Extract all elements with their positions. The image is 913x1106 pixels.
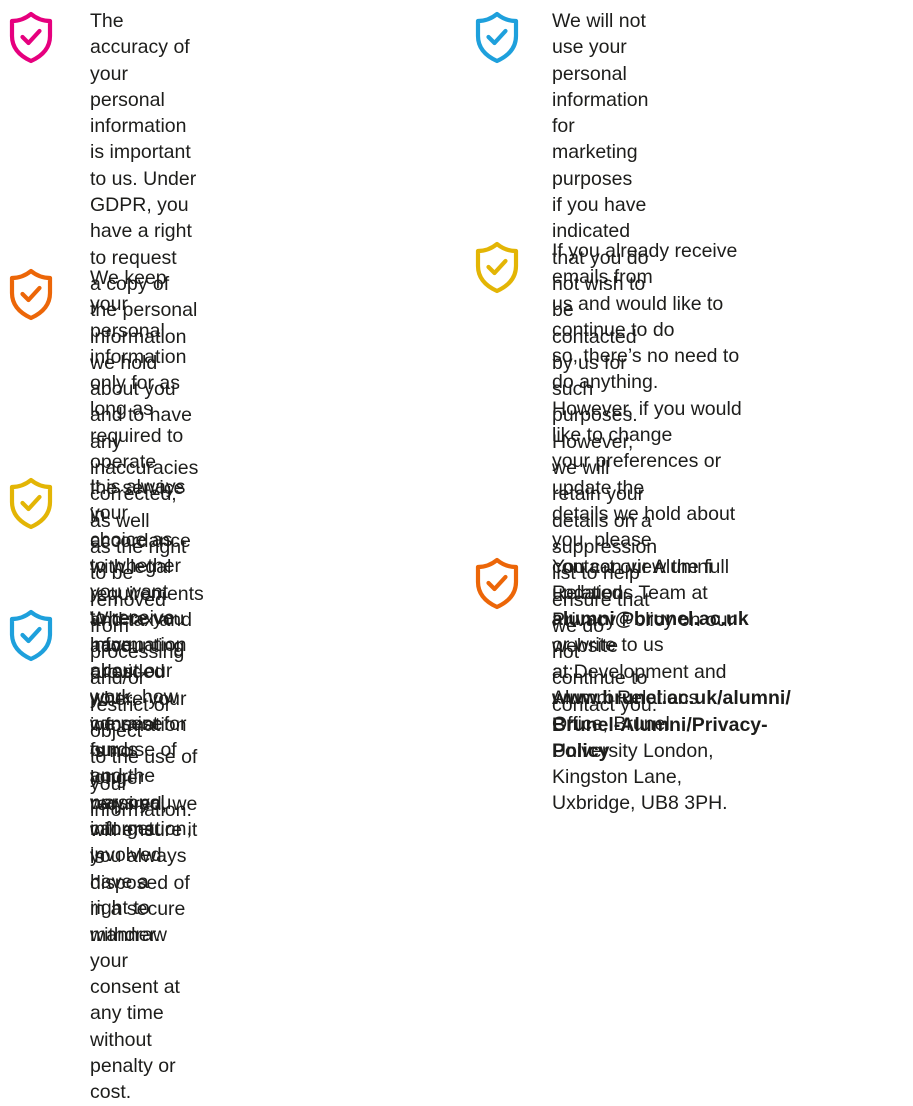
policy-text-before: You can view the full updated Privacy Po… (552, 556, 735, 684)
shield-check-icon (8, 476, 54, 530)
privacy-item-text: Where you have provided your consent for… (90, 608, 192, 1104)
shield-check-icon (8, 267, 54, 321)
privacy-item-text: You can view the full updated Privacy Po… (552, 554, 791, 764)
shield-check-icon (474, 10, 520, 64)
privacy-policy-link-continued[interactable]: Brunel-Alumni/Privacy-Policy (552, 712, 791, 765)
shield-check-icon (474, 556, 520, 610)
shield-check-icon (474, 240, 520, 294)
emails-text-before: If you already receive emails from us an… (552, 240, 742, 604)
privacy-policy-link[interactable]: www.brunel.ac.uk/alumni/ (552, 687, 791, 709)
shield-check-icon (8, 10, 54, 64)
shield-check-icon (8, 608, 54, 662)
